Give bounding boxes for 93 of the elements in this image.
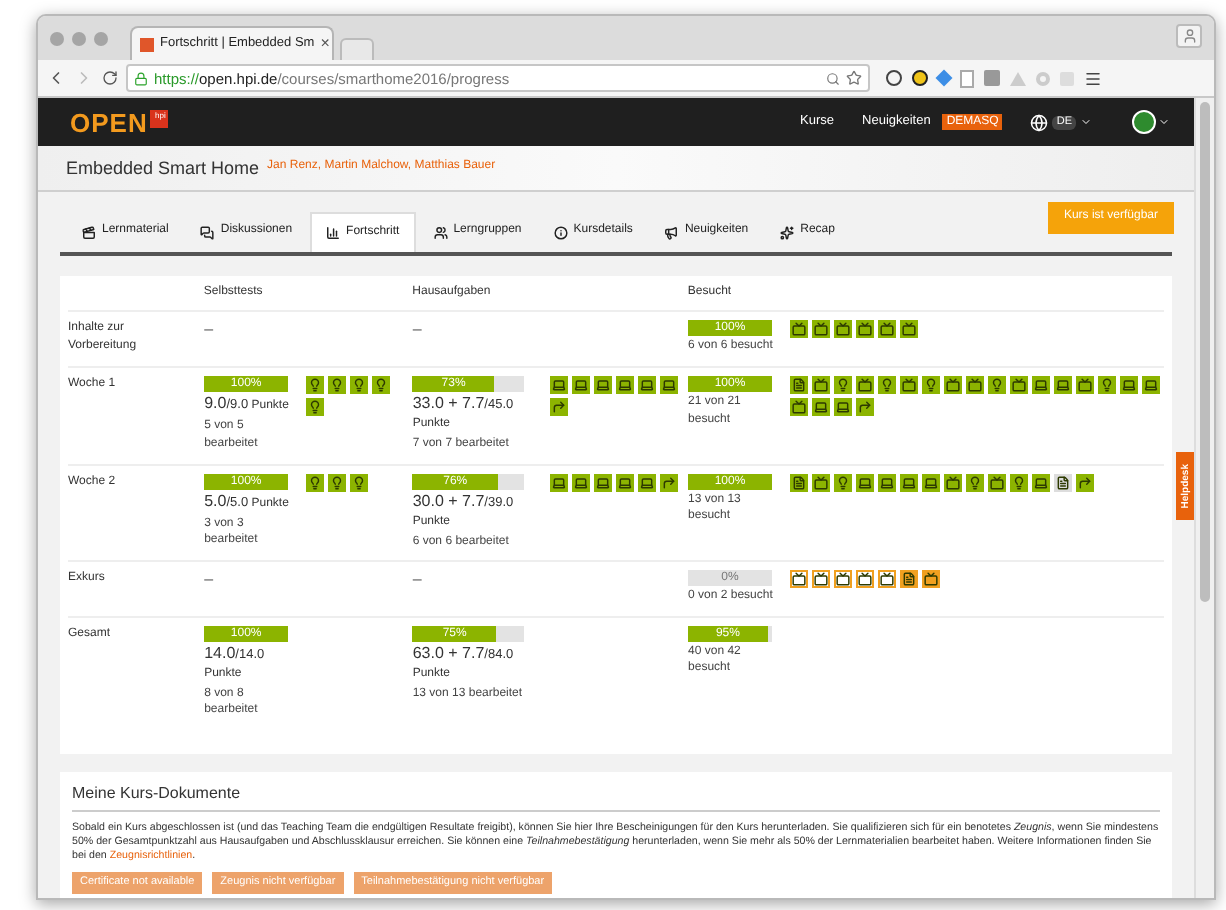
laptop-icon[interactable] (812, 398, 831, 416)
course-title: Embedded Smart Home (66, 157, 260, 179)
tv-icon[interactable] (944, 376, 963, 394)
laptop-icon[interactable] (638, 473, 657, 491)
tv-icon[interactable] (922, 570, 941, 588)
lightbulb-icon[interactable] (1098, 376, 1117, 394)
lightbulb-icon[interactable] (988, 376, 1007, 394)
arrow-icon[interactable] (856, 398, 875, 416)
lightbulb-icon[interactable] (328, 376, 347, 394)
tv-icon[interactable] (856, 570, 875, 588)
laptop-icon[interactable] (616, 376, 635, 394)
lightbulb-icon[interactable] (922, 376, 941, 394)
tv-icon[interactable] (812, 376, 831, 394)
document-icon[interactable] (790, 376, 809, 394)
scrollbar[interactable] (1194, 98, 1214, 898)
search-icon[interactable] (826, 71, 840, 85)
document-icon[interactable] (790, 473, 809, 491)
empty-dash: – (412, 570, 422, 588)
laptop-icon[interactable] (856, 473, 875, 491)
tv-icon[interactable] (878, 320, 897, 338)
laptop-icon[interactable] (1054, 376, 1073, 394)
laptop-icon[interactable] (834, 398, 853, 416)
laptop-icon[interactable] (922, 473, 941, 491)
laptop-icon[interactable] (878, 473, 897, 491)
tv-icon[interactable] (812, 473, 831, 491)
laptop-icon[interactable] (1142, 376, 1161, 394)
tv-icon[interactable] (790, 320, 809, 338)
lightbulb-icon[interactable] (966, 473, 985, 491)
reload-icon[interactable] (102, 70, 118, 86)
tv-icon[interactable] (878, 570, 897, 588)
profile-icon[interactable] (1176, 24, 1202, 48)
tv-icon[interactable] (1076, 376, 1095, 394)
laptop-icon[interactable] (594, 473, 613, 491)
lightbulb-icon[interactable] (306, 473, 325, 491)
megaphone-icon (664, 225, 679, 239)
laptop-icon[interactable] (900, 473, 919, 491)
laptop-icon[interactable] (1032, 473, 1051, 491)
arrow-icon[interactable] (660, 473, 679, 491)
people-icon (433, 225, 448, 239)
lightbulb-icon[interactable] (328, 473, 347, 491)
document-icon[interactable] (900, 570, 919, 588)
caret-icon[interactable] (1158, 116, 1170, 128)
lightbulb-icon[interactable] (1010, 473, 1029, 491)
tv-icon[interactable] (856, 376, 875, 394)
laptop-icon[interactable] (660, 376, 679, 394)
laptop-icon[interactable] (550, 376, 569, 394)
sparkle-icon (780, 225, 795, 239)
lightbulb-icon[interactable] (350, 473, 369, 491)
tv-icon[interactable] (1010, 376, 1029, 394)
menu-icon[interactable] (1084, 69, 1102, 87)
tv-icon[interactable] (900, 376, 919, 394)
laptop-icon[interactable] (1032, 376, 1051, 394)
tv-icon[interactable] (834, 320, 853, 338)
tv-icon[interactable] (856, 320, 875, 338)
tv-icon[interactable] (812, 320, 831, 338)
bar-chart-icon (326, 226, 341, 240)
favicon-icon (140, 37, 154, 51)
lightbulb-icon[interactable] (834, 473, 853, 491)
laptop-icon[interactable] (572, 376, 591, 394)
laptop-icon[interactable] (1120, 376, 1139, 394)
tv-icon[interactable] (790, 570, 809, 588)
lightbulb-icon[interactable] (350, 376, 369, 394)
lightbulb-icon[interactable] (878, 376, 897, 394)
laptop-icon[interactable] (638, 376, 657, 394)
star-icon[interactable] (846, 70, 862, 86)
caret-icon[interactable] (1080, 116, 1092, 128)
section-title: Meine Kurs-Dokumente (72, 783, 241, 801)
tv-icon[interactable] (988, 473, 1007, 491)
tv-icon[interactable] (944, 473, 963, 491)
lightbulb-icon[interactable] (306, 376, 325, 394)
tv-icon[interactable] (812, 570, 831, 588)
laptop-icon[interactable] (572, 473, 591, 491)
avatar-icon[interactable] (1132, 110, 1156, 134)
tv-icon[interactable] (900, 320, 919, 338)
lightbulb-icon[interactable] (834, 376, 853, 394)
clapperboard-icon (82, 225, 96, 239)
arrow-icon[interactable] (1076, 473, 1095, 491)
tv-icon[interactable] (834, 570, 853, 588)
tab-close[interactable]: × (320, 34, 330, 54)
tv-icon[interactable] (790, 398, 809, 416)
chat-bubbles-icon (200, 225, 215, 239)
laptop-icon[interactable] (616, 473, 635, 491)
lightbulb-icon[interactable] (306, 398, 325, 416)
empty-dash: – (204, 570, 214, 588)
laptop-icon[interactable] (550, 473, 569, 491)
lock-icon (134, 71, 148, 85)
empty-dash: – (412, 320, 422, 338)
laptop-icon[interactable] (594, 376, 613, 394)
arrow-icon[interactable] (550, 398, 569, 416)
empty-dash: – (204, 320, 214, 338)
lightbulb-icon[interactable] (372, 376, 391, 394)
globe-icon[interactable] (1030, 113, 1049, 131)
tv-icon[interactable] (966, 376, 985, 394)
